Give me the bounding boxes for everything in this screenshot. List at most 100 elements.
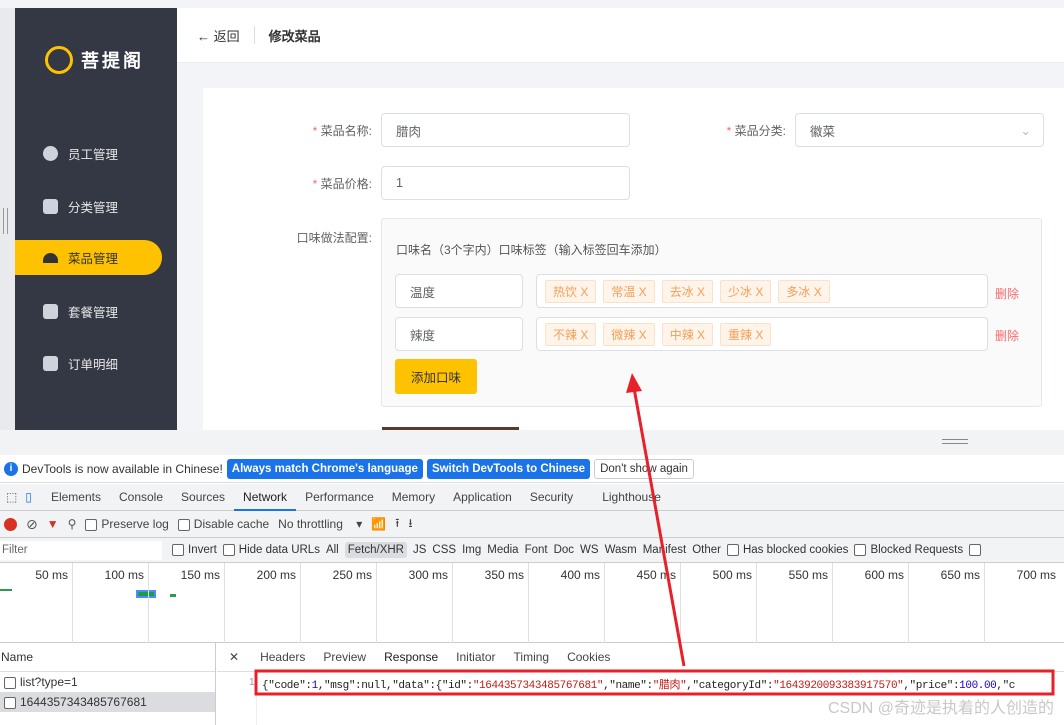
tab-headers[interactable]: Headers bbox=[251, 643, 314, 672]
blocked-requests-checkbox[interactable]: Blocked Requests bbox=[854, 543, 963, 556]
throttling-select[interactable]: No throttling ▾ bbox=[278, 517, 362, 531]
price-label: * 菜品价格: bbox=[312, 177, 372, 191]
flavor-tag[interactable]: 少冰 X bbox=[720, 279, 772, 303]
flavor-tag[interactable]: 中辣 X bbox=[661, 322, 714, 346]
flavor-tag[interactable]: 去冰 X bbox=[661, 279, 714, 303]
tab-sources[interactable]: Sources bbox=[172, 484, 234, 511]
sidebar-item-label: 菜品管理 bbox=[68, 252, 119, 266]
page-title: 修改菜品 bbox=[268, 28, 321, 44]
flavor-tags-input[interactable]: 热饮 X 常温 X 去冰 X 少冰 X 多冰 X bbox=[536, 274, 988, 308]
inspect-icon[interactable]: ⬚ bbox=[0, 490, 23, 504]
type-fetch-xhr[interactable]: Fetch/XHR bbox=[344, 542, 407, 558]
timeline-tick: 350 ms bbox=[452, 563, 528, 643]
type-manifest[interactable]: Manifest bbox=[643, 544, 686, 556]
network-conditions-icon[interactable]: 📶 bbox=[371, 517, 386, 531]
type-js[interactable]: JS bbox=[413, 544, 426, 556]
category-select[interactable]: 徽菜 ⌄ bbox=[795, 113, 1044, 147]
blocked-cookies-checkbox[interactable]: Has blocked cookies bbox=[726, 543, 848, 556]
invert-checkbox[interactable]: Invert bbox=[172, 543, 217, 556]
back-label: 返回 bbox=[213, 28, 240, 44]
flavor-name-input[interactable]: 温度 bbox=[395, 274, 523, 308]
upload-icon[interactable]: ⭱ bbox=[395, 514, 399, 535]
price-input[interactable]: 1 bbox=[381, 166, 630, 200]
disable-cache-checkbox[interactable]: Disable cache bbox=[177, 517, 269, 531]
network-timeline[interactable]: 50 ms 100 ms 150 ms 200 ms 250 ms 300 ms 350 m… bbox=[0, 563, 1064, 643]
type-other[interactable]: Other bbox=[692, 544, 721, 556]
filter-input[interactable]: Filter bbox=[0, 540, 162, 560]
search-icon[interactable]: ⚲ bbox=[68, 517, 77, 531]
clear-icon[interactable]: ⊘ bbox=[26, 516, 38, 533]
request-row[interactable]: list?type=1 bbox=[0, 672, 215, 692]
tab-application[interactable]: Application bbox=[444, 484, 521, 511]
category-label: * 菜品分类: bbox=[726, 124, 786, 138]
request-row[interactable]: 1644357343485767681 bbox=[0, 692, 215, 712]
flavor-tag[interactable]: 热饮 X bbox=[545, 279, 597, 303]
caret-down-icon: ▾ bbox=[356, 517, 363, 531]
sidebar-item-label: 分类管理 bbox=[68, 201, 119, 215]
type-doc[interactable]: Doc bbox=[554, 544, 574, 556]
tab-security[interactable]: Security bbox=[521, 484, 582, 511]
response-body[interactable]: {"code":1,"msg":null,"data":{"id":"16443… bbox=[262, 676, 1015, 692]
delete-flavor-button[interactable]: 删除 bbox=[995, 285, 1019, 302]
flavor-tag[interactable]: 不辣 X bbox=[545, 322, 597, 346]
flavor-tag[interactable]: 重辣 X bbox=[720, 322, 772, 346]
type-media[interactable]: Media bbox=[487, 544, 518, 556]
timeline-tick: 650 ms bbox=[908, 563, 984, 643]
back-button[interactable]: ← 返回 bbox=[197, 26, 240, 45]
device-toggle-icon[interactable]: ▯ bbox=[23, 490, 42, 504]
sidebar-item-employees[interactable]: 员工管理 bbox=[15, 136, 162, 171]
chevron-down-icon: ⌄ bbox=[1020, 123, 1031, 138]
type-css[interactable]: CSS bbox=[432, 544, 456, 556]
type-font[interactable]: Font bbox=[525, 544, 548, 556]
sidebar-item-label: 套餐管理 bbox=[68, 306, 119, 320]
record-icon[interactable] bbox=[4, 517, 17, 531]
timeline-tick: 450 ms bbox=[604, 563, 680, 643]
type-img[interactable]: Img bbox=[462, 544, 481, 556]
hide-data-urls-checkbox[interactable]: Hide data URLs bbox=[222, 543, 320, 556]
dont-show-again-button[interactable]: Don't show again bbox=[594, 458, 694, 479]
resize-handle[interactable] bbox=[3, 208, 8, 234]
flavor-tag[interactable]: 常温 X bbox=[603, 279, 655, 303]
tab-performance[interactable]: Performance bbox=[296, 484, 383, 511]
drag-handle-icon[interactable] bbox=[942, 439, 968, 444]
sidebar-item-setmeals[interactable]: 套餐管理 bbox=[15, 294, 162, 329]
tab-response[interactable]: Response bbox=[375, 643, 448, 672]
flavor-tags-input[interactable]: 不辣 X 微辣 X 中辣 X 重辣 X bbox=[536, 317, 988, 351]
name-input[interactable]: 腊肉 bbox=[381, 113, 630, 147]
tab-network[interactable]: Network bbox=[234, 484, 297, 511]
flavor-tag[interactable]: 微辣 X bbox=[603, 322, 655, 346]
tab-initiator[interactable]: Initiator bbox=[447, 643, 504, 672]
tab-lighthouse[interactable]: Lighthouse bbox=[582, 484, 670, 511]
divider bbox=[253, 26, 255, 44]
name-column-header[interactable]: Name bbox=[0, 643, 215, 672]
info-icon: i bbox=[4, 461, 18, 476]
sidebar-item-orders[interactable]: 订单明细 bbox=[15, 346, 162, 381]
sidebar-item-dishes[interactable]: 菜品管理 bbox=[15, 240, 162, 275]
grid-icon bbox=[43, 199, 58, 214]
filter-icon[interactable]: ▼ bbox=[47, 517, 59, 531]
type-wasm[interactable]: Wasm bbox=[605, 544, 637, 556]
devtools-infobar: i DevTools is now available in Chinese! … bbox=[0, 455, 1064, 483]
flavor-name-input[interactable]: 辣度 bbox=[395, 317, 523, 351]
add-flavor-button[interactable]: 添加口味 bbox=[395, 359, 477, 394]
download-icon[interactable]: ⭳ bbox=[408, 514, 412, 535]
devtools-splitter[interactable] bbox=[0, 430, 1064, 455]
flavor-tag[interactable]: 多冰 X bbox=[778, 279, 830, 303]
sidebar-item-categories[interactable]: 分类管理 bbox=[15, 189, 162, 224]
type-ws[interactable]: WS bbox=[580, 544, 599, 556]
sidebar: 菩提阁 员工管理 分类管理 菜品管理 套餐管理 订单明细 bbox=[15, 8, 177, 430]
preserve-log-checkbox[interactable]: Preserve log bbox=[85, 517, 169, 531]
tab-console[interactable]: Console bbox=[110, 484, 172, 511]
switch-chinese-button[interactable]: Switch DevTools to Chinese bbox=[426, 458, 591, 479]
third-party-checkbox[interactable] bbox=[969, 543, 985, 556]
logo-text: 菩提阁 bbox=[81, 51, 144, 71]
tab-timing[interactable]: Timing bbox=[505, 643, 559, 672]
tab-memory[interactable]: Memory bbox=[383, 484, 444, 511]
close-icon[interactable]: ✕ bbox=[217, 643, 251, 672]
delete-flavor-button[interactable]: 删除 bbox=[995, 327, 1019, 344]
tab-preview[interactable]: Preview bbox=[314, 643, 375, 672]
type-all[interactable]: All bbox=[326, 544, 339, 556]
match-language-button[interactable]: Always match Chrome's language bbox=[226, 458, 423, 479]
tab-elements[interactable]: Elements bbox=[42, 484, 110, 511]
tab-cookies[interactable]: Cookies bbox=[558, 643, 619, 672]
